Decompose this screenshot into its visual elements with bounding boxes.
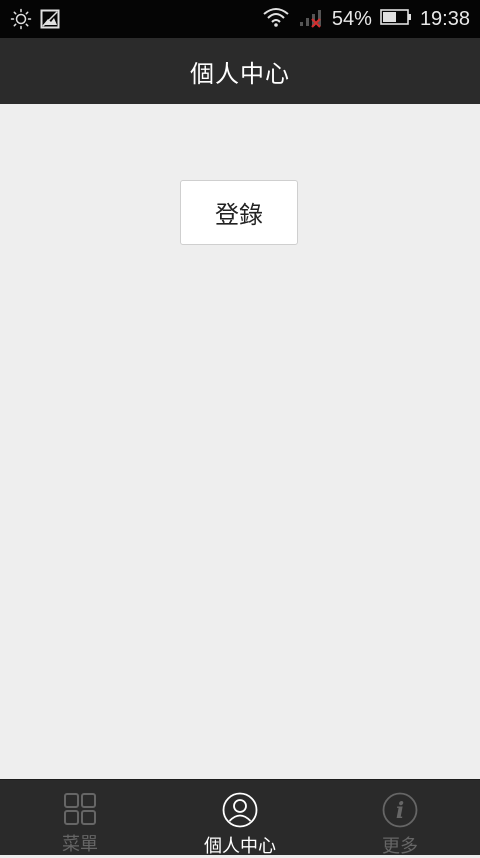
battery-percent: 54% [331, 7, 372, 30]
battery-icon [380, 8, 412, 30]
user-icon [222, 792, 258, 828]
nav-label-menu: 菜單 [62, 834, 98, 855]
signal-icon [298, 6, 324, 32]
svg-text:i: i [396, 798, 404, 824]
grid-icon [63, 792, 97, 826]
wifi-icon [262, 6, 290, 32]
image-icon [40, 9, 60, 33]
nav-item-more[interactable]: i 更多 [320, 780, 480, 857]
status-left-icons [10, 8, 60, 34]
main-content: 登錄 [0, 104, 480, 779]
status-right-icons: 54% 19:38 [262, 0, 470, 38]
clock: 19:38 [419, 7, 470, 30]
login-button[interactable]: 登錄 [180, 180, 298, 245]
page-title: 個人中心 [190, 59, 290, 88]
info-icon: i [382, 792, 418, 828]
nav-label-profile: 個人中心 [204, 836, 276, 857]
nav-item-profile[interactable]: 個人中心 [160, 780, 320, 857]
bottom-nav: 菜單 個人中心 i 更多 [0, 779, 480, 857]
brightness-icon [10, 8, 32, 34]
status-bar: 54% 19:38 [0, 0, 480, 38]
title-bar: 個人中心 [0, 38, 480, 105]
nav-item-menu[interactable]: 菜單 [0, 780, 160, 855]
nav-label-more: 更多 [382, 836, 418, 857]
